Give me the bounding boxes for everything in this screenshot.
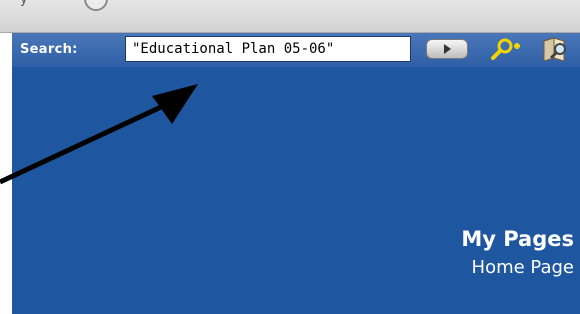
magnifier-plus-icon[interactable] [488,37,522,61]
search-bar: Search: [12,33,580,67]
search-label: Search: [20,42,78,57]
partial-circle-icon [84,0,108,11]
top-toolbar-strip: y [0,0,580,33]
home-page-link[interactable]: Home Page [472,257,574,278]
my-pages-title: My Pages [461,227,574,251]
partial-toolbar-text: y [20,0,28,7]
play-arrow-icon [444,44,451,54]
main-content-panel: My Pages Home Page [12,67,580,314]
search-input[interactable] [125,36,411,62]
search-go-button[interactable] [426,39,468,59]
book-magnifier-icon[interactable] [538,36,576,64]
